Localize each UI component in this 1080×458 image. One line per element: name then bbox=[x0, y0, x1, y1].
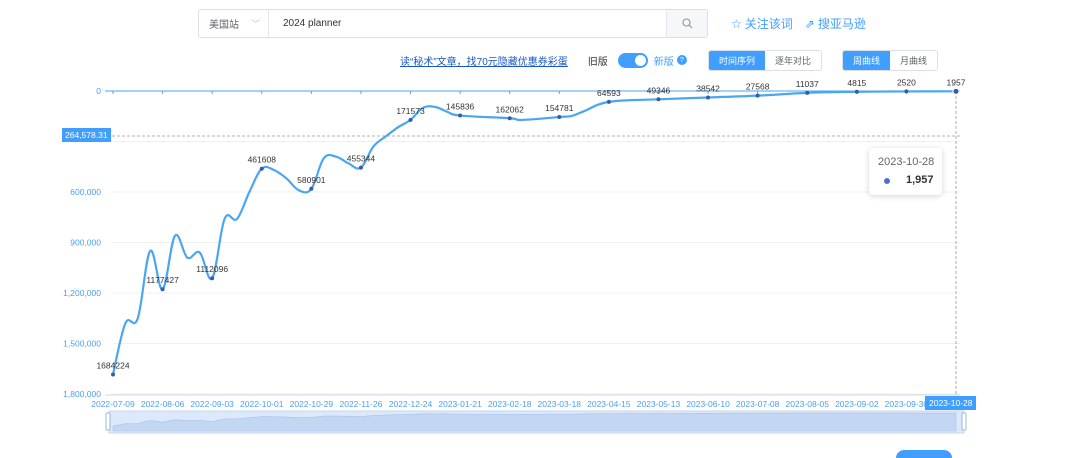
data-points bbox=[111, 87, 960, 377]
y-tick-label: 1,800,000 bbox=[63, 389, 101, 399]
data-label: 1177427 bbox=[146, 275, 179, 285]
data-label: 171573 bbox=[396, 106, 425, 116]
zoom-handle-left bbox=[105, 412, 111, 431]
data-label: 1112096 bbox=[196, 264, 228, 274]
zoom-handle-right bbox=[961, 412, 967, 431]
data-label: 2520 bbox=[897, 77, 916, 87]
x-tick-label: 2023-01-21 bbox=[438, 399, 482, 409]
grid-lines bbox=[113, 141, 960, 395]
x-tick-label: 2022-09-03 bbox=[190, 399, 234, 409]
y-tick-label: 1,200,000 bbox=[63, 288, 101, 298]
data-label: 162062 bbox=[496, 104, 525, 114]
y-tick-label: 600,000 bbox=[70, 187, 101, 197]
y-tick-label: 900,000 bbox=[70, 238, 101, 248]
x-tick-label: 2023-05-13 bbox=[637, 399, 681, 409]
x-tick-label: 2022-11-26 bbox=[340, 399, 383, 409]
data-label: 11037 bbox=[796, 79, 819, 89]
x-tick-label: 2022-12-24 bbox=[389, 399, 433, 409]
data-point bbox=[408, 117, 413, 122]
data-label: 580901 bbox=[297, 175, 326, 185]
data-point bbox=[854, 89, 859, 94]
chart-tooltip: 2023-10-28 1,957 bbox=[869, 148, 942, 195]
data-point bbox=[755, 93, 760, 98]
data-point bbox=[706, 95, 711, 100]
x-tick-label: 2023-04-15 bbox=[587, 399, 631, 409]
data-label: 1684224 bbox=[96, 361, 129, 371]
x-tick-label: 2023-06-10 bbox=[686, 399, 730, 409]
x-tick-label: 2023-07-08 bbox=[736, 399, 780, 409]
data-point bbox=[904, 89, 909, 94]
data-point bbox=[656, 97, 661, 102]
x-tick-label: 2023-02-18 bbox=[488, 399, 532, 409]
data-point bbox=[557, 115, 562, 120]
data-point bbox=[160, 287, 165, 292]
data-point bbox=[805, 90, 810, 95]
tooltip-value: 1,957 bbox=[906, 174, 934, 186]
x-tick-label: 2023-09-02 bbox=[835, 399, 879, 409]
x-tick-label: 2023-08-05 bbox=[785, 399, 829, 409]
x-tick-label: 2022-08-06 bbox=[141, 399, 185, 409]
x-tick-label: 2022-10-01 bbox=[240, 399, 284, 409]
bottom-button[interactable] bbox=[896, 450, 952, 458]
data-point bbox=[458, 113, 463, 118]
data-point bbox=[259, 166, 264, 171]
data-label: 461608 bbox=[248, 155, 277, 165]
data-point bbox=[507, 116, 512, 121]
data-label: 4815 bbox=[847, 78, 866, 88]
active-data-point bbox=[952, 87, 960, 95]
data-label: 64593 bbox=[597, 88, 621, 98]
data-label: 49346 bbox=[647, 85, 671, 95]
data-label: 455344 bbox=[347, 154, 376, 164]
x-tick-label: 2023-09-30 bbox=[885, 399, 929, 409]
data-label: 145836 bbox=[446, 102, 475, 112]
series-marker-icon bbox=[884, 178, 890, 184]
data-label: 27568 bbox=[746, 82, 770, 92]
zoom-slider[interactable] bbox=[105, 410, 967, 434]
crosshair-x-label: 2023-10-28 bbox=[925, 396, 977, 410]
data-point bbox=[606, 99, 611, 104]
data-point bbox=[309, 186, 314, 191]
x-tick-label: 2022-07-09 bbox=[91, 399, 135, 409]
series-line bbox=[111, 90, 957, 375]
data-label: 38542 bbox=[696, 83, 720, 93]
data-label: 154781 bbox=[545, 103, 574, 113]
x-tick-label: 2022-10-29 bbox=[290, 399, 334, 409]
data-point bbox=[210, 276, 215, 281]
data-label: 1957 bbox=[947, 77, 966, 87]
crosshair-y-label: 264,578.31 bbox=[62, 128, 111, 142]
y-tick-label: 1,500,000 bbox=[63, 339, 101, 349]
data-labels: 1684224 1177427 1112096 461608 580901 455344 1… bbox=[96, 77, 965, 370]
x-axis: 2022-07-09 2022-08-06 2022-09-03 2022-10-01… bbox=[91, 90, 960, 409]
data-point bbox=[111, 372, 115, 377]
line-chart: 0 600,000 900,000 1,200,000 1,500,000 1,800,0… bbox=[63, 77, 967, 434]
x-tick-label: 2023-03-18 bbox=[538, 399, 582, 409]
tooltip-date: 2023-10-28 bbox=[878, 156, 935, 168]
data-point bbox=[358, 165, 363, 170]
y-tick-label: 0 bbox=[96, 86, 101, 96]
